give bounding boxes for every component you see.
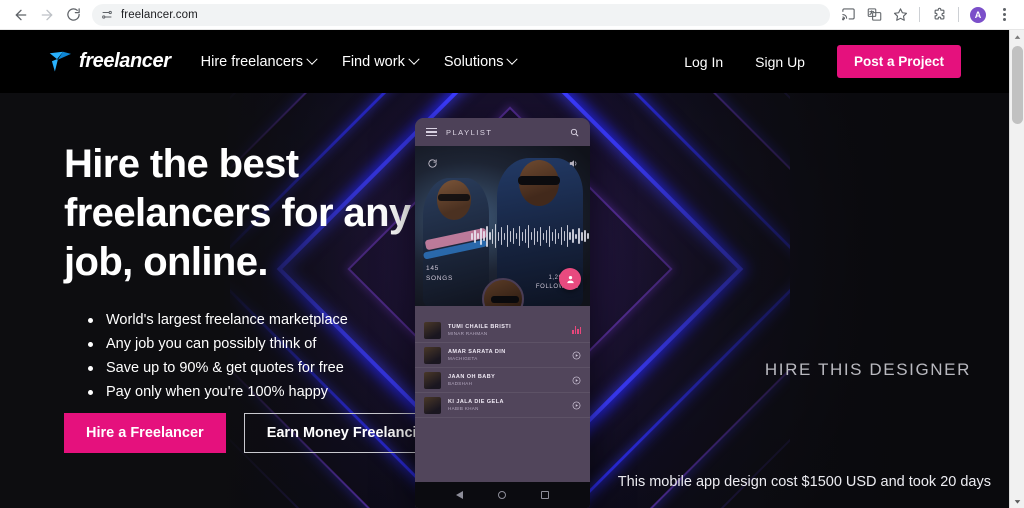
reload-icon: [66, 8, 80, 21]
hero-section: PLAYLIST 145 SONGS 1,297 FOLLOWERS TUMI …: [0, 93, 1009, 508]
song-thumbnail: [424, 321, 441, 339]
song-title: AMAR SARATA DIN: [448, 348, 506, 355]
search-icon[interactable]: [570, 128, 579, 137]
browser-toolbar: freelancer.com A: [0, 0, 1024, 30]
back-button[interactable]: [8, 2, 34, 28]
site-header: freelancer Hire freelancers Find work So…: [0, 30, 1009, 93]
android-navigation-bar: [415, 482, 590, 508]
song-title: KI JALA DIE GELA: [448, 398, 504, 405]
page-scrollbar[interactable]: [1009, 30, 1024, 508]
logo-text: freelancer: [79, 50, 171, 72]
reload-button[interactable]: [60, 2, 86, 28]
hero-cta-group: Hire a Freelancer Earn Money Freelancing: [64, 413, 458, 453]
play-circle-icon[interactable]: [572, 376, 581, 385]
songs-count: 145: [426, 265, 439, 272]
list-item[interactable]: JAAN OH BABY BADSHAH: [415, 368, 590, 393]
song-artist: HABIB KHAN: [448, 406, 479, 412]
hire-a-freelancer-button[interactable]: Hire a Freelancer: [64, 413, 226, 453]
profile-initial: A: [969, 5, 987, 24]
nav-item-solutions[interactable]: Solutions: [443, 53, 519, 70]
song-title: TUMI CHAILE BRISTI: [448, 323, 512, 330]
song-artist: BADSHAH: [448, 381, 473, 387]
back-triangle-icon[interactable]: [456, 491, 464, 499]
song-thumbnail: [424, 346, 441, 364]
album-artwork: 145 SONGS 1,297 FOLLOWERS: [415, 146, 590, 306]
list-item: Pay only when you're 100% happy: [88, 380, 348, 404]
nav-label: Solutions: [443, 53, 504, 70]
phone-topbar: PLAYLIST: [415, 118, 590, 146]
recents-square-icon[interactable]: [540, 491, 549, 499]
design-cost-caption: This mobile app design cost $1500 USD an…: [617, 474, 991, 490]
song-artist: MINAR RAHMAN: [448, 331, 488, 337]
person-add-icon[interactable]: [559, 268, 581, 290]
list-item: Save up to 90% & get quotes for free: [88, 356, 348, 380]
equalizer-icon[interactable]: [572, 326, 581, 334]
post-a-project-button[interactable]: Post a Project: [836, 45, 961, 78]
toolbar-divider-2: [958, 7, 959, 22]
cast-icon[interactable]: [836, 3, 860, 27]
login-link[interactable]: Log In: [684, 54, 723, 70]
hero-benefits-list: World's largest freelance marketplace An…: [88, 308, 348, 404]
page-viewport: PLAYLIST 145 SONGS 1,297 FOLLOWERS TUMI …: [0, 30, 1024, 508]
profile-avatar[interactable]: A: [966, 3, 990, 27]
song-list: TUMI CHAILE BRISTI MINAR RAHMAN AMAR SAR…: [415, 306, 590, 482]
translate-icon[interactable]: [862, 3, 886, 27]
header-actions: Log In Sign Up Post a Project: [684, 45, 961, 78]
chevron-down-icon: [506, 53, 519, 65]
hamburger-icon[interactable]: [426, 127, 437, 137]
home-circle-icon[interactable]: [497, 491, 506, 499]
nav-item-find-work[interactable]: Find work: [341, 53, 420, 70]
list-item: Any job you can possibly think of: [88, 332, 348, 356]
address-bar[interactable]: freelancer.com: [92, 3, 830, 26]
list-item[interactable]: AMAR SARATA DIN MACHIGETA: [415, 343, 590, 368]
three-dot-menu-icon[interactable]: [992, 3, 1016, 27]
list-item[interactable]: KI JALA DIE GELA HABIB KHAN: [415, 393, 590, 418]
scroll-up-icon[interactable]: [1010, 30, 1024, 44]
tune-icon[interactable]: [101, 9, 113, 21]
play-circle-icon[interactable]: [572, 401, 581, 410]
extensions-puzzle-icon[interactable]: [927, 3, 951, 27]
nav-label: Hire freelancers: [200, 53, 303, 70]
loop-icon[interactable]: [427, 156, 438, 174]
audio-waveform: [471, 224, 589, 248]
song-artist: MACHIGETA: [448, 356, 478, 362]
freelancer-page: PLAYLIST 145 SONGS 1,297 FOLLOWERS TUMI …: [0, 30, 1009, 508]
songs-label: SONGS: [426, 275, 453, 282]
songs-stat: 145 SONGS: [426, 264, 453, 284]
song-thumbnail: [424, 371, 441, 389]
scrollbar-thumb[interactable]: [1012, 46, 1023, 124]
page-title: Hire the best freelancers for any job, o…: [64, 142, 411, 285]
scroll-down-icon[interactable]: [1010, 494, 1024, 508]
bookmark-star-icon[interactable]: [888, 3, 912, 27]
chevron-down-icon: [306, 53, 318, 65]
volume-icon[interactable]: [568, 156, 579, 174]
address-bar-url: freelancer.com: [121, 8, 198, 21]
song-thumbnail: [424, 396, 441, 414]
list-item: World's largest freelance marketplace: [88, 308, 348, 332]
forward-arrow-icon: [41, 9, 53, 20]
nav-item-hire-freelancers[interactable]: Hire freelancers: [200, 53, 318, 70]
toolbar-divider: [919, 7, 920, 22]
browser-action-icons: A: [836, 3, 1016, 27]
song-title: JAAN OH BABY: [448, 373, 496, 380]
playlist-title: PLAYLIST: [446, 127, 493, 137]
hire-this-designer-label[interactable]: HIRE THIS DESIGNER: [765, 360, 971, 380]
main-navigation: Hire freelancers Find work Solutions: [200, 53, 519, 70]
freelancer-logo[interactable]: freelancer: [48, 50, 171, 73]
back-arrow-icon: [15, 9, 27, 20]
forward-button[interactable]: [34, 2, 60, 28]
chevron-down-icon: [408, 53, 420, 65]
signup-link[interactable]: Sign Up: [755, 54, 805, 70]
phone-mockup: PLAYLIST 145 SONGS 1,297 FOLLOWERS TUMI …: [415, 118, 590, 508]
freelancer-bird-icon: [49, 51, 71, 72]
play-circle-icon[interactable]: [572, 351, 581, 360]
list-item[interactable]: TUMI CHAILE BRISTI MINAR RAHMAN: [415, 318, 590, 343]
nav-label: Find work: [341, 53, 405, 70]
